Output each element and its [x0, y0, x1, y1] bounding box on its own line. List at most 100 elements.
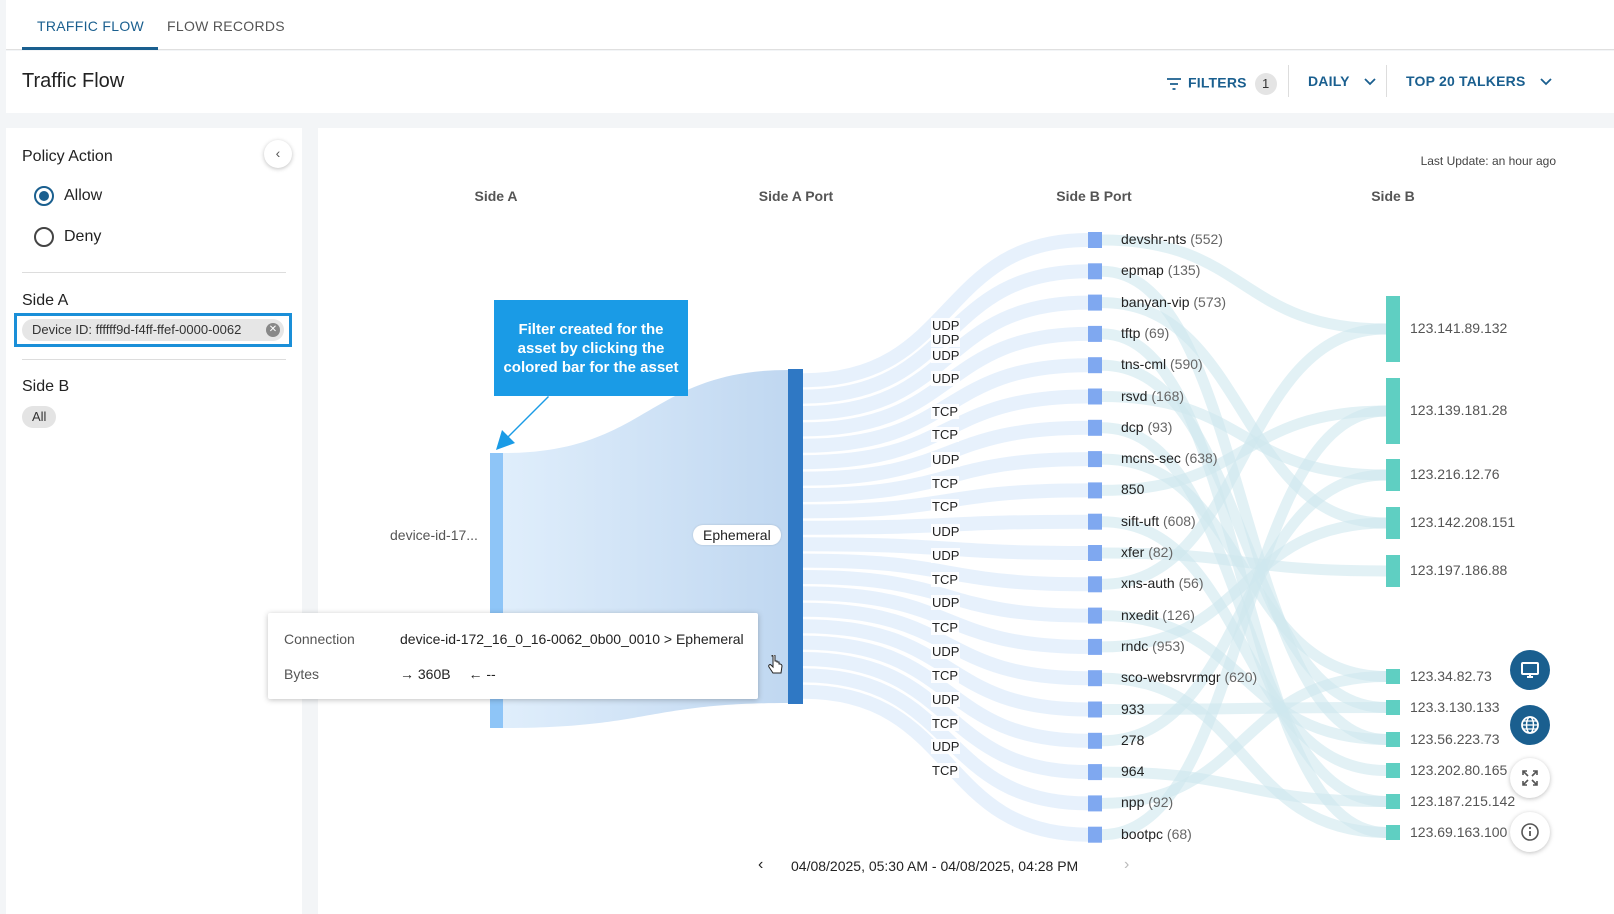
side-b-ip-node-bar[interactable]	[1386, 700, 1400, 715]
allow-radio[interactable]	[34, 186, 54, 206]
side-b-ip-node-bar[interactable]	[1386, 825, 1400, 840]
side-b-port-node-bar[interactable]	[1088, 638, 1102, 655]
side-a-port-node-bar[interactable]	[788, 369, 803, 704]
side-b-port-label: 933	[1121, 701, 1144, 717]
side-b-port-node-bar[interactable]	[1088, 451, 1102, 468]
side-b-port-label: banyan-vip (573)	[1121, 294, 1226, 310]
side-a-filter-chip[interactable]: Device ID: ffffff9d-f4ff-ffef-0000-0062 …	[22, 319, 284, 341]
divider	[22, 359, 286, 360]
filters-button[interactable]: FILTERS 1	[1166, 73, 1277, 95]
side-b-ip-label: 123.202.80.165	[1410, 761, 1508, 778]
port-count: (56)	[1174, 575, 1204, 592]
side-b-port-node-bar[interactable]	[1088, 513, 1102, 530]
period-label: DAILY	[1308, 73, 1350, 89]
side-b-port-label: rndc (953)	[1121, 638, 1185, 654]
side-b-port-node-bar[interactable]	[1088, 576, 1102, 593]
side-b-port-node-bar[interactable]	[1088, 607, 1102, 624]
fullscreen-button[interactable]	[1510, 758, 1550, 798]
desktop-view-button[interactable]	[1510, 650, 1550, 690]
side-b-port-node-bar[interactable]	[1088, 701, 1102, 718]
side-b-ip-node-bar[interactable]	[1386, 555, 1400, 587]
side-b-port-node-bar[interactable]	[1088, 545, 1102, 561]
network-view-button[interactable]	[1510, 705, 1550, 745]
port-name: sco-websrvrmgr	[1121, 669, 1221, 686]
collapse-sidebar-button[interactable]: ‹	[264, 140, 292, 168]
port-count: (126)	[1158, 606, 1195, 623]
protocol-label: TCP	[931, 620, 959, 635]
side-b-port-node-bar[interactable]	[1088, 294, 1102, 311]
side-b-ip-node-bar[interactable]	[1386, 732, 1400, 747]
side-b-ip-node-bar[interactable]	[1386, 763, 1400, 778]
side-b-port-label: xns-auth (56)	[1121, 575, 1204, 591]
side-b-port-node-bar[interactable]	[1088, 670, 1102, 687]
close-icon[interactable]: ✕	[266, 323, 280, 337]
side-b-port-node-bar[interactable]	[1088, 764, 1102, 781]
side-b-port-node-bar[interactable]	[1088, 263, 1102, 280]
side-b-ip-node-bar[interactable]	[1386, 296, 1400, 362]
previous-period-button[interactable]: ‹	[758, 856, 763, 874]
port-count: (82)	[1144, 544, 1174, 560]
header-divider	[1288, 65, 1289, 97]
protocol-label: UDP	[931, 739, 961, 754]
side-b-port-node-bar[interactable]	[1088, 732, 1102, 749]
tooltip-connection-key: Connection	[284, 631, 355, 647]
protocol-label: TCP	[931, 763, 959, 778]
side-b-ip-node-bar[interactable]	[1386, 794, 1400, 809]
port-name: mcns-sec	[1121, 450, 1181, 467]
port-count: (608)	[1159, 512, 1196, 529]
side-b-port-node-bar[interactable]	[1088, 325, 1102, 342]
tab-flow-records[interactable]: FLOW RECORDS	[167, 18, 285, 34]
port-name: tftp	[1121, 324, 1141, 341]
side-b-ip-node-bar[interactable]	[1386, 378, 1400, 444]
protocol-label: UDP	[931, 524, 961, 539]
side-b-port-node-bar[interactable]	[1088, 826, 1102, 843]
top-talkers-dropdown[interactable]: TOP 20 TALKERS	[1406, 73, 1552, 89]
side-b-ip-node-bar[interactable]	[1386, 507, 1400, 539]
side-b-port-label: 278	[1121, 732, 1144, 748]
flow-side-b-port-to-ip[interactable]	[1101, 702, 1387, 715]
header-divider	[1386, 65, 1387, 97]
active-tab-indicator	[22, 47, 158, 50]
info-button[interactable]	[1510, 812, 1550, 852]
protocol-label: UDP	[931, 548, 961, 563]
protocol-label: TCP	[931, 572, 959, 587]
port-count: (638)	[1180, 450, 1218, 467]
port-name: tns-cml	[1121, 356, 1167, 373]
protocol-label: TCP	[931, 499, 959, 514]
port-count: (69)	[1140, 324, 1170, 341]
side-b-port-node-bar[interactable]	[1088, 482, 1102, 499]
port-count: (552)	[1186, 231, 1223, 247]
tab-bar: TRAFFIC FLOW FLOW RECORDS	[6, 0, 1614, 50]
port-name: sift-uft	[1121, 512, 1160, 529]
side-b-ip-node-bar[interactable]	[1386, 459, 1400, 491]
side-b-ip-node-bar[interactable]	[1386, 669, 1400, 684]
side-b-port-label: epmap (135)	[1121, 262, 1200, 278]
tab-traffic-flow[interactable]: TRAFFIC FLOW	[37, 18, 144, 34]
date-range: 04/08/2025, 05:30 AM - 04/08/2025, 04:28…	[791, 858, 1079, 874]
side-b-port-node-bar[interactable]	[1088, 388, 1102, 405]
port-name: epmap	[1121, 262, 1164, 279]
port-count: (68)	[1163, 825, 1192, 842]
port-count: (135)	[1163, 262, 1201, 279]
globe-icon	[1521, 716, 1539, 734]
bytes-in: --	[486, 666, 496, 682]
allow-label: Allow	[64, 187, 103, 204]
protocol-label: UDP	[931, 452, 961, 467]
side-a-node-label: device-id-17...	[390, 527, 478, 543]
top-talkers-label: TOP 20 TALKERS	[1406, 73, 1526, 89]
tooltip-bytes-key: Bytes	[284, 666, 320, 682]
side-b-port-node-bar[interactable]	[1088, 232, 1102, 248]
side-b-port-node-bar[interactable]	[1088, 795, 1102, 812]
side-b-filter-chip[interactable]: All	[22, 406, 57, 428]
deny-label: Deny	[64, 228, 102, 245]
side-b-port-label: nxedit (126)	[1121, 607, 1195, 623]
next-period-button[interactable]: ›	[1124, 856, 1129, 874]
side-b-ip-label: 123.216.12.76	[1410, 466, 1500, 482]
port-count: (573)	[1189, 293, 1227, 310]
annotation-callout: Filter created for the asset by clicking…	[494, 300, 688, 396]
deny-radio[interactable]	[34, 227, 54, 247]
period-dropdown[interactable]: DAILY	[1308, 73, 1376, 89]
side-b-port-node-bar[interactable]	[1088, 357, 1102, 374]
side-b-port-node-bar[interactable]	[1088, 419, 1102, 436]
port-name: nxedit	[1121, 606, 1159, 623]
